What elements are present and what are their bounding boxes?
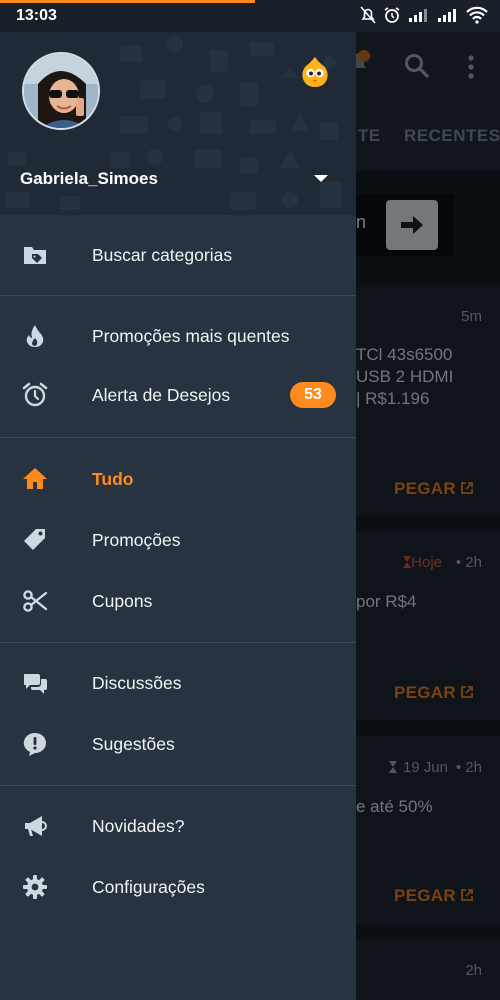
- menu-item-configuracoes[interactable]: Configurações: [0, 858, 356, 916]
- account-dropdown-icon[interactable]: [314, 175, 328, 182]
- home-icon: [23, 468, 47, 489]
- alarm-icon: [384, 7, 400, 23]
- menu-label: Discussões: [92, 673, 182, 693]
- divider: [0, 437, 356, 438]
- menu-item-promocoes-mais-quentes[interactable]: Promoções mais quentes: [0, 307, 356, 365]
- scissors-icon: [23, 590, 48, 612]
- menu-item-cupons[interactable]: Cupons: [0, 572, 356, 630]
- username[interactable]: Gabriela_Simoes: [20, 169, 158, 189]
- divider: [0, 785, 356, 786]
- menu-item-promocoes[interactable]: Promoções: [0, 511, 356, 569]
- menu-item-tudo[interactable]: Tudo: [0, 450, 356, 508]
- signal-icon: [409, 9, 427, 22]
- gear-icon: [23, 875, 47, 899]
- divider: [0, 295, 356, 296]
- flame-icon: [26, 325, 44, 347]
- menu-item-buscar-categorias[interactable]: Buscar categorias: [0, 226, 356, 284]
- tag-icon: [24, 529, 45, 550]
- menu-item-novidades[interactable]: Novidades?: [0, 797, 356, 855]
- menu-label: Promoções: [92, 530, 181, 550]
- drawer-header: Gabriela_Simoes: [0, 32, 356, 215]
- menu-item-discussoes[interactable]: Discussões: [0, 654, 356, 712]
- chat-bubbles-icon: [24, 674, 47, 694]
- menu-label: Buscar categorias: [92, 245, 233, 265]
- status-icons: [360, 6, 488, 24]
- menu-label: Configurações: [92, 877, 205, 897]
- scrim-overlay[interactable]: [356, 0, 500, 1000]
- menu-label: Alerta de Desejos: [92, 385, 231, 405]
- menu-item-sugestoes[interactable]: Sugestões: [0, 715, 356, 773]
- menu-label: Sugestões: [92, 734, 175, 754]
- folder-tag-icon: [24, 247, 46, 264]
- signal-icon: [438, 9, 456, 22]
- loading-progress-bar: [0, 0, 255, 3]
- status-time: 13:03: [16, 7, 57, 24]
- mascot-flame-icon[interactable]: [300, 56, 330, 88]
- menu-label: Cupons: [92, 591, 153, 611]
- megaphone-icon: [25, 816, 47, 836]
- wishlist-count-badge: 53: [290, 382, 336, 408]
- wifi-icon: [466, 6, 488, 24]
- menu-label: Promoções mais quentes: [92, 326, 290, 346]
- menu-item-alerta-de-desejos[interactable]: Alerta de Desejos 53: [0, 366, 356, 424]
- alarm-clock-icon: [22, 382, 48, 407]
- notifications-off-icon: [360, 6, 376, 24]
- avatar[interactable]: [22, 52, 100, 130]
- divider: [0, 642, 356, 643]
- status-bar: 13:03: [0, 0, 500, 32]
- navigation-drawer: Gabriela_Simoes Buscar categorias Promoç…: [0, 0, 356, 1000]
- menu-label: Tudo: [92, 469, 134, 489]
- alert-bubble-icon: [23, 732, 46, 756]
- menu-label: Novidades?: [92, 816, 185, 836]
